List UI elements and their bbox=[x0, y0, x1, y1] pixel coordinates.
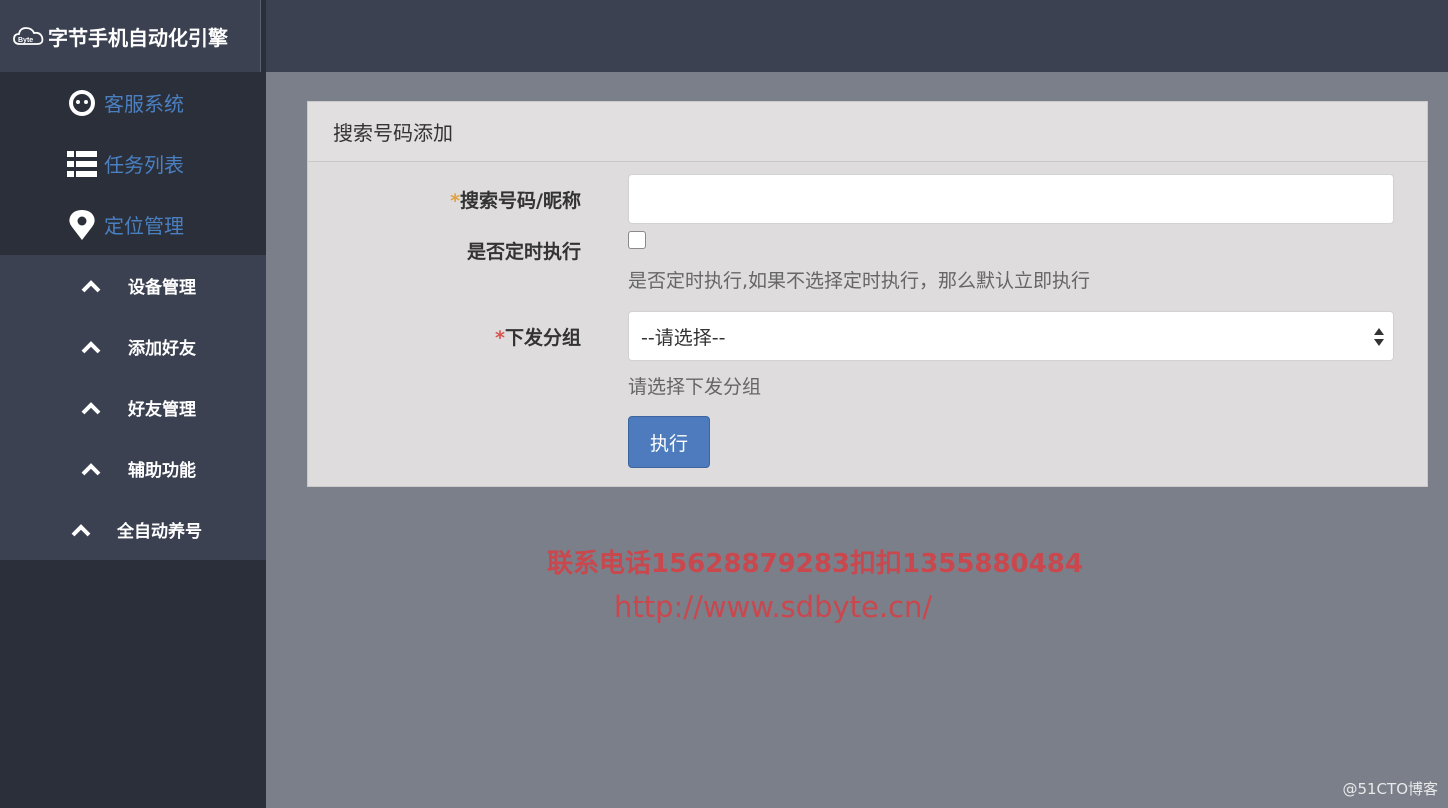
main-nav: 客服系统 任务列表 定位管理 bbox=[0, 72, 266, 255]
nav-item-location[interactable]: 定位管理 bbox=[0, 194, 266, 255]
sub-nav-auxiliary[interactable]: 辅助功能 bbox=[0, 438, 266, 499]
required-mark: * bbox=[495, 327, 505, 349]
sub-nav-label: 设备管理 bbox=[128, 278, 196, 298]
sub-nav-add-friends[interactable]: 添加好友 bbox=[0, 316, 266, 377]
sub-nav-device-management[interactable]: 设备管理 bbox=[0, 255, 266, 316]
robot-face-icon bbox=[66, 87, 98, 119]
sub-nav-auto-nurture[interactable]: 全自动养号 bbox=[0, 499, 266, 560]
app-title: 字节手机自动化引擎 bbox=[48, 25, 228, 50]
nav-label: 客服系统 bbox=[104, 92, 184, 116]
location-pin-icon bbox=[66, 209, 98, 241]
panel-body: *搜索号码/昵称 是否定时执行 是否定时执行,如果不选择定时执行，那么默认立即执… bbox=[308, 162, 1427, 487]
group-label-text: 下发分组 bbox=[504, 327, 581, 349]
nav-label: 任务列表 bbox=[104, 153, 184, 177]
group-selected-value: --请选择-- bbox=[641, 326, 726, 349]
scheduled-checkbox[interactable] bbox=[628, 231, 646, 249]
chevron-up-icon bbox=[79, 396, 103, 420]
scheduled-help: 是否定时执行,如果不选择定时执行，那么默认立即执行 bbox=[628, 270, 1091, 292]
logo-text: Byte bbox=[18, 37, 33, 44]
scheduled-label: 是否定时执行 bbox=[466, 241, 581, 263]
sub-nav: 设备管理 添加好友 好友管理 辅助功能 全自动养号 bbox=[0, 255, 266, 560]
sidebar: Byte 字节手机自动化引擎 客服系统 任务列表 定位管理 设备管理 添加好友 … bbox=[0, 0, 266, 808]
search-label-text: 搜索号码/昵称 bbox=[460, 190, 581, 212]
group-select[interactable]: --请选择-- bbox=[628, 311, 1394, 361]
sub-nav-label: 好友管理 bbox=[128, 400, 196, 420]
nav-item-customer-service[interactable]: 客服系统 bbox=[0, 72, 266, 133]
sub-nav-friend-management[interactable]: 好友管理 bbox=[0, 377, 266, 438]
search-label: *搜索号码/昵称 bbox=[450, 186, 581, 213]
sub-nav-label: 添加好友 bbox=[128, 339, 196, 359]
group-label: *下发分组 bbox=[495, 323, 581, 350]
chevron-up-icon bbox=[79, 335, 103, 359]
group-help: 请选择下发分组 bbox=[628, 376, 762, 398]
website-url-text: http://www.sdbyte.cn/ bbox=[614, 590, 933, 624]
sub-nav-label: 全自动养号 bbox=[117, 522, 202, 542]
contact-info-text: 联系电话15628879283扣扣1355880484 bbox=[547, 549, 1083, 579]
list-icon bbox=[66, 148, 98, 180]
top-bar bbox=[266, 0, 1448, 72]
sub-nav-label: 辅助功能 bbox=[128, 461, 196, 481]
search-add-panel: 搜索号码添加 *搜索号码/昵称 是否定时执行 是否定时执行,如果不选择定时执行，… bbox=[307, 101, 1428, 487]
nav-label: 定位管理 bbox=[104, 214, 184, 238]
panel-title: 搜索号码添加 bbox=[308, 102, 1427, 162]
cloud-logo-icon: Byte bbox=[12, 25, 46, 47]
chevron-up-icon bbox=[79, 457, 103, 481]
watermark-text: @51CTO博客 bbox=[1342, 780, 1438, 798]
brand-header: Byte 字节手机自动化引擎 bbox=[0, 0, 261, 72]
required-mark: * bbox=[450, 190, 461, 212]
select-arrows-icon bbox=[1373, 326, 1385, 348]
chevron-up-icon bbox=[79, 274, 103, 298]
chevron-up-icon bbox=[69, 518, 93, 542]
nav-item-task-list[interactable]: 任务列表 bbox=[0, 133, 266, 194]
search-input[interactable] bbox=[628, 174, 1394, 224]
execute-button[interactable]: 执行 bbox=[628, 416, 710, 468]
